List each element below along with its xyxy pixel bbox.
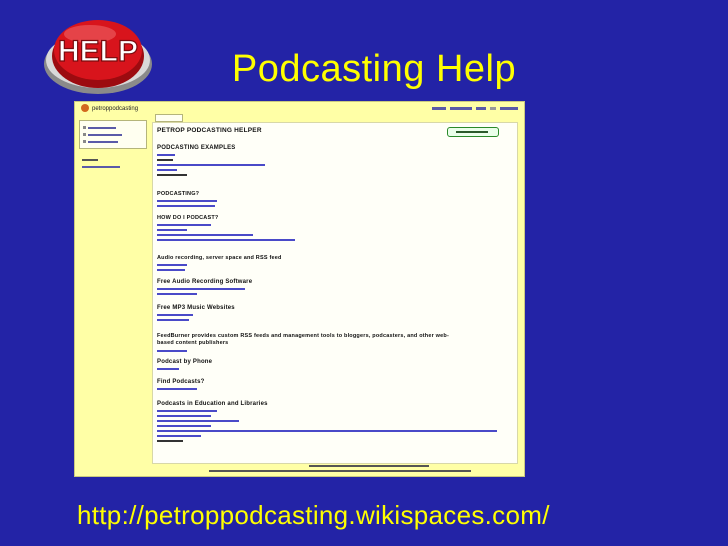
wiki-edit-button xyxy=(447,127,499,137)
wiki-section: HOW DO I PODCAST? xyxy=(157,215,295,241)
wiki-logo-icon xyxy=(81,104,89,112)
wiki-page-heading: PETROP PODCASTING HELPER xyxy=(157,127,262,134)
wiki-account-links xyxy=(432,105,518,111)
wiki-section: Free MP3 Music Websites xyxy=(157,305,235,321)
slide-title: Podcasting Help xyxy=(231,48,517,90)
wiki-tab-home xyxy=(155,114,183,122)
wiki-sidebar xyxy=(79,120,147,177)
wiki-page-list xyxy=(79,153,147,173)
wiki-section: Podcasts in Education and Libraries xyxy=(157,401,497,442)
wiki-section: Free Audio Recording Software xyxy=(157,279,252,295)
wiki-section: FeedBurner provides custom RSS feeds and… xyxy=(157,333,457,352)
wiki-section: PODCASTING? xyxy=(157,191,217,207)
wiki-section: PODCASTING EXAMPLES xyxy=(157,145,265,176)
wiki-section: Audio recording, server space and RSS fe… xyxy=(157,255,282,271)
wiki-section: Podcast by Phone xyxy=(157,359,212,370)
slide-url[interactable]: http://petroppodcasting.wikispaces.com/ xyxy=(77,500,550,531)
wiki-section: Find Podcasts? xyxy=(157,379,204,390)
wiki-screenshot: petroppodcasting PETROP PODCASTING HELPE… xyxy=(74,101,525,477)
wiki-site-name: petroppodcasting xyxy=(92,106,139,112)
wiki-tab-bar xyxy=(155,114,522,122)
wiki-content: PETROP PODCASTING HELPER PODCASTING EXAM… xyxy=(152,122,518,464)
wiki-nav-box xyxy=(79,120,147,149)
wiki-footer xyxy=(149,464,521,476)
